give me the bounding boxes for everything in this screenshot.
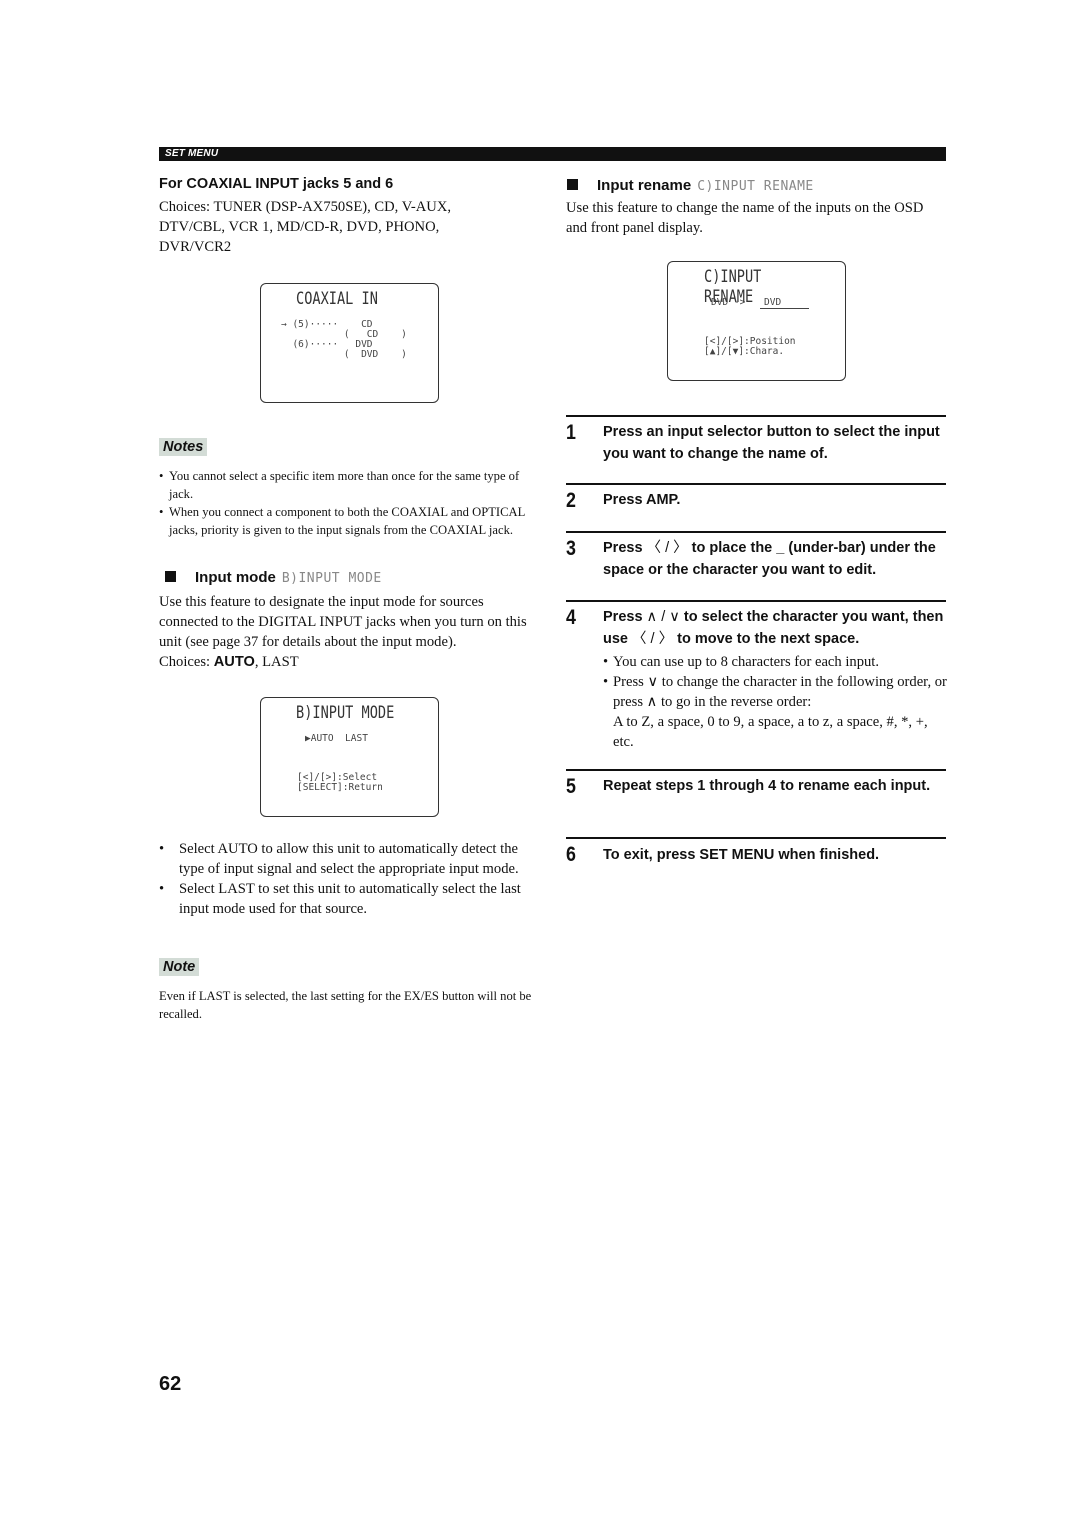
bullet-item: Press ∨ to change the character in the f…: [603, 672, 948, 752]
step-4-bullets: You can use up to 8 characters for each …: [603, 652, 948, 752]
bullet-text: Press: [613, 674, 648, 690]
step-2: 2 Press AMP.: [566, 483, 946, 525]
step-number: 5: [566, 775, 576, 798]
step-number: 2: [566, 489, 576, 512]
step-text: Press AMP.: [603, 492, 681, 508]
note-item: You cannot select a specific item more t…: [159, 467, 537, 503]
bullet-item: Select AUTO to allow this unit to automa…: [159, 839, 541, 879]
note-section: Note: [159, 957, 200, 977]
input-mode-bullets: Select AUTO to allow this unit to automa…: [159, 839, 541, 919]
up-arrow-icon: ∧: [646, 694, 658, 710]
step-text: To exit, press SET MENU when finished.: [603, 847, 880, 863]
coaxial-heading: For COAXIAL INPUT jacks 5 and 6: [159, 176, 394, 192]
left-right-arrows-icon: 〈 / 〉: [646, 540, 688, 556]
step-text-a: Press: [603, 609, 647, 625]
left-right-arrows-icon: 〈 / 〉: [632, 630, 674, 647]
step-text: Press 〈 / 〉 to place the _ (under-bar) u…: [603, 538, 953, 581]
input-rename-description: Use this feature to change the name of t…: [566, 200, 924, 236]
section-square-icon: [567, 179, 578, 190]
note-text: Even if LAST is selected, the last setti…: [159, 989, 532, 1021]
bullet-item: Select LAST to set this unit to automati…: [159, 879, 541, 919]
step-text: Repeat steps 1 through 4 to rename each …: [603, 778, 931, 794]
input-mode-heading: Input mode B)INPUT MODE: [165, 569, 382, 586]
osd-title: B)INPUT MODE: [296, 703, 395, 723]
note-label: Note: [159, 958, 200, 976]
step-number: 4: [566, 606, 576, 629]
choices-rest: , LAST: [254, 654, 299, 670]
section-label: SET MENU: [165, 148, 219, 159]
osd-row: ( DVD ): [281, 349, 407, 360]
note-item: When you connect a component to both the…: [159, 503, 537, 539]
notes-list: You cannot select a specific item more t…: [159, 467, 537, 539]
step-number: 6: [566, 843, 576, 866]
bullet-text: to go in the reverse order:: [657, 694, 812, 710]
step-text: Press ∧ / ∨ to select the character you …: [603, 607, 963, 650]
coaxial-choices: Choices: TUNER (DSP-AX750SE), CD, V-AUX,…: [159, 197, 539, 257]
input-mode-title: Input mode: [195, 569, 276, 586]
osd-title: COAXIAL IN: [296, 289, 378, 309]
input-mode-choices: Choices: AUTO, LAST: [159, 652, 299, 672]
step-number: 3: [566, 537, 576, 560]
input-rename-title: Input rename: [597, 177, 692, 194]
step-text-c: to move to the next space.: [673, 630, 860, 647]
notes-section: Notes: [159, 437, 208, 457]
osd-help: [▲]/[▼]:Chara.: [704, 346, 785, 357]
step-6: 6 To exit, press SET MENU when finished.: [566, 837, 946, 879]
osd-options: ▶AUTO LAST: [305, 733, 368, 744]
up-down-arrows-icon: ∧ / ∨: [646, 609, 680, 625]
input-rename-lcd: C)INPUT RENAME: [697, 179, 814, 194]
choices-line: DVR/VCR2: [159, 239, 232, 255]
osd-rename-from: DVD ->: [711, 297, 746, 308]
step-5: 5 Repeat steps 1 through 4 to rename eac…: [566, 769, 946, 831]
osd-rename-to: DVD: [760, 298, 809, 309]
section-square-icon: [165, 571, 176, 582]
choices-line: DTV/CBL, VCR 1, MD/CD-R, DVD, PHONO,: [159, 219, 440, 235]
osd-input-rename: C)INPUT RENAME DVD -> DVD [<]/[>]:Positi…: [667, 261, 846, 381]
osd-input-mode: B)INPUT MODE ▶AUTO LAST [<]/[>]:Select […: [260, 697, 439, 817]
osd-help: [SELECT]:Return: [297, 782, 383, 793]
character-order: A to Z, a space, 0 to 9, a space, a to z…: [613, 714, 928, 750]
choices-line: Choices: TUNER (DSP-AX750SE), CD, V-AUX,: [159, 199, 452, 215]
choices-prefix: Choices:: [159, 654, 214, 670]
step-3: 3 Press 〈 / 〉 to place the _ (under-bar)…: [566, 531, 946, 593]
down-arrow-icon: ∨: [647, 674, 659, 690]
section-header-bar: SET MENU: [159, 147, 946, 161]
step-1: 1 Press an input selector button to sele…: [566, 415, 946, 477]
step-text: Press an input selector button to select…: [603, 424, 940, 462]
osd-coaxial-in: COAXIAL IN → (5)····· CD ( CD ) (6)·····…: [260, 283, 439, 403]
step-4: 4 Press ∧ / ∨ to select the character yo…: [566, 600, 948, 752]
bullet-item: You can use up to 8 characters for each …: [603, 652, 948, 672]
step-text-a: Press: [603, 540, 647, 556]
step-number: 1: [566, 421, 576, 444]
input-mode-description: Use this feature to designate the input …: [159, 594, 527, 650]
page-number: 62: [159, 1373, 182, 1395]
input-mode-lcd: B)INPUT MODE: [281, 571, 382, 586]
input-rename-heading: Input rename C)INPUT RENAME: [567, 177, 814, 194]
notes-label: Notes: [159, 438, 208, 456]
choices-default: AUTO: [213, 654, 255, 670]
